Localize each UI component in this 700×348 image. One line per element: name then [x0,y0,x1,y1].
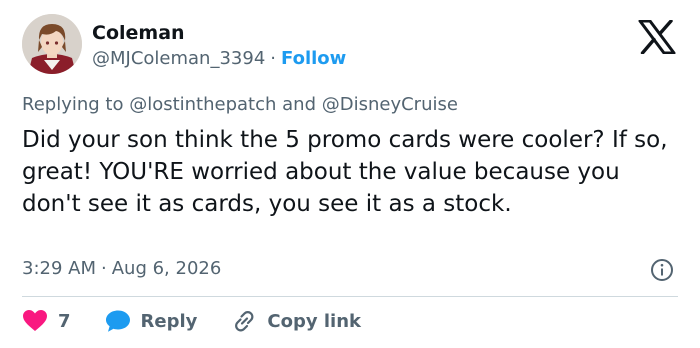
author-handle-row: @MJColeman_3394 · Follow [92,48,346,69]
link-icon [235,311,254,332]
handle-separator: · [270,48,277,69]
mention-link-1[interactable]: @lostinthepatch [129,94,276,115]
reply-label: Reply [140,310,198,332]
author-display-name[interactable]: Coleman [92,22,185,44]
divider [22,296,678,297]
reply-conjunction: and [276,94,322,115]
like-count: 7 [58,310,71,332]
copy-link-button[interactable]: Copy link [231,309,361,333]
heart-icon [23,310,47,331]
copy-link-label: Copy link [267,310,361,332]
reply-prefix: Replying to [22,94,130,115]
reply-context: Replying to @lostinthepatch and @DisneyC… [22,94,458,115]
tweet-date: Aug 6, 2026 [111,258,222,279]
tweet-text: Did your son think the 5 promo cards wer… [22,127,668,217]
tweet-time: 3:29 AM [22,258,96,279]
avatar[interactable] [22,14,82,74]
reply-button[interactable]: Reply [105,309,198,333]
timestamp-separator: · [101,258,107,279]
follow-button[interactable]: Follow [281,48,346,69]
tweet-card: Coleman @MJColeman_3394 · Follow Replying … [0,0,700,348]
author-handle[interactable]: @MJColeman_3394 [92,48,265,69]
action-bar: 7 Reply Copy link [22,306,395,336]
tweet-timestamp[interactable]: 3:29 AM · Aug 6, 2026 [22,258,221,279]
mention-link-2[interactable]: @DisneyCruise [322,94,458,115]
info-icon[interactable] [650,258,674,282]
like-button[interactable]: 7 [22,309,71,333]
speech-bubble-icon [105,310,130,332]
avatar-image [22,14,82,74]
x-logo-icon[interactable] [638,20,676,54]
